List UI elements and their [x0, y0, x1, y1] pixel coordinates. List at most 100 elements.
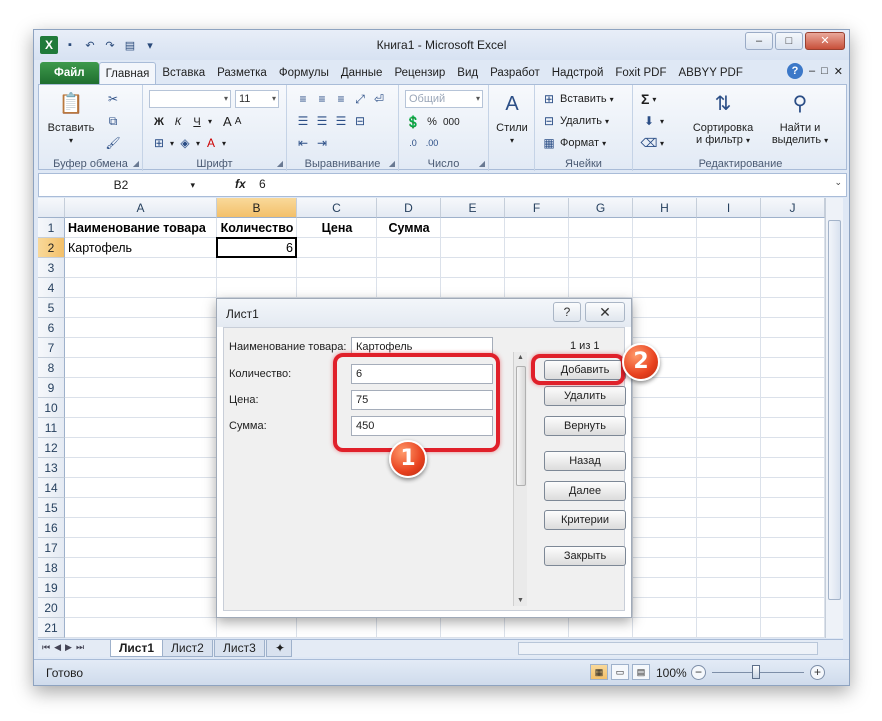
alignment-launcher-icon[interactable]: ◢ [389, 159, 395, 168]
decrease-decimal-icon[interactable]: .00 [424, 135, 440, 151]
zoom-slider-thumb[interactable] [752, 665, 760, 679]
tab-insert[interactable]: Вставка [156, 62, 211, 84]
row-header-5[interactable]: 5 [38, 298, 65, 318]
sheet-tab-1[interactable]: Лист1 [110, 640, 164, 657]
align-left-icon[interactable]: ☰ [295, 113, 311, 129]
font-color-icon[interactable]: A [203, 135, 219, 151]
insert-cells-button[interactable]: ⊞ Вставить ▾ [541, 91, 614, 107]
tab-page-layout[interactable]: Разметка [211, 62, 273, 84]
dialog-close-button[interactable]: ✕ [585, 302, 625, 322]
cell-c1[interactable]: Цена [297, 218, 377, 238]
align-center-icon[interactable]: ☰ [314, 113, 330, 129]
ribbon-minimize-button[interactable]: – [809, 65, 815, 77]
underline-button[interactable]: Ч [189, 116, 205, 128]
row-header-8[interactable]: 8 [38, 358, 65, 378]
currency-icon[interactable]: 💲 [405, 114, 421, 130]
first-sheet-icon[interactable]: ⏮ [42, 642, 50, 653]
sort-filter-button[interactable]: ⇅ Сортировка и фильтр ▾ [685, 89, 761, 147]
row-header-11[interactable]: 11 [38, 418, 65, 438]
number-launcher-icon[interactable]: ◢ [479, 159, 485, 168]
fill-color-icon[interactable]: ◈ [177, 135, 193, 151]
row-header-14[interactable]: 14 [38, 478, 65, 498]
sheet-tab-3[interactable]: Лист3 [214, 640, 265, 657]
vertical-scrollbar[interactable] [825, 198, 843, 638]
row-header-7[interactable]: 7 [38, 338, 65, 358]
row-header-13[interactable]: 13 [38, 458, 65, 478]
align-right-icon[interactable]: ☰ [333, 113, 349, 129]
wrap-text-icon[interactable]: ⏎ [371, 91, 387, 107]
dialog-help-button[interactable]: ? [553, 302, 581, 322]
row-header-3[interactable]: 3 [38, 258, 65, 278]
cut-icon[interactable]: ✂ [105, 91, 121, 107]
name-box[interactable]: B2 ▾ [43, 176, 199, 194]
tab-foxit-pdf[interactable]: Foxit PDF [609, 62, 672, 84]
align-middle-icon[interactable]: ≡ [314, 91, 330, 107]
formula-input[interactable]: 6 [259, 177, 266, 191]
column-header-c[interactable]: C [297, 198, 377, 218]
paste-button[interactable]: 📋 Вставить ▾ [45, 89, 97, 147]
thousands-button[interactable]: 000 [443, 117, 460, 128]
row-header-9[interactable]: 9 [38, 378, 65, 398]
row-header-19[interactable]: 19 [38, 578, 65, 598]
column-header-d[interactable]: D [377, 198, 441, 218]
vertical-scroll-thumb[interactable] [828, 220, 841, 600]
align-top-icon[interactable]: ≡ [295, 91, 311, 107]
row-header-17[interactable]: 17 [38, 538, 65, 558]
column-header-i[interactable]: I [697, 198, 761, 218]
tab-home[interactable]: Главная [98, 62, 157, 84]
maximize-button[interactable]: □ [775, 32, 803, 50]
dialog-record-scrollbar[interactable]: ▲ ▼ [513, 352, 527, 606]
row-header-18[interactable]: 18 [38, 558, 65, 578]
percent-button[interactable]: % [424, 116, 440, 128]
dialog-scroll-thumb[interactable] [516, 366, 526, 486]
page-layout-view-icon[interactable]: ▭ [611, 664, 629, 680]
restore-button[interactable]: Вернуть [544, 416, 626, 436]
shrink-font-button[interactable]: A [235, 116, 242, 127]
tab-abbyy-pdf[interactable]: ABBYY PDF [673, 62, 749, 84]
font-name-combo[interactable]: ▾ [149, 90, 231, 108]
page-break-view-icon[interactable]: ▤ [632, 664, 650, 680]
format-cells-button[interactable]: ▦ Формат ▾ [541, 135, 606, 151]
clear-icon[interactable]: ⌫ [641, 135, 658, 151]
next-sheet-icon[interactable]: ▶ [65, 642, 72, 653]
column-header-h[interactable]: H [633, 198, 697, 218]
find-select-button[interactable]: ⚲ Найти и выделить ▾ [767, 89, 833, 147]
scroll-down-icon[interactable]: ▼ [517, 597, 524, 604]
increase-indent-icon[interactable]: ⇥ [314, 135, 330, 151]
expand-formula-icon[interactable]: ⌄ [834, 177, 842, 188]
row-header-12[interactable]: 12 [38, 438, 65, 458]
row-header-16[interactable]: 16 [38, 518, 65, 538]
row-header-4[interactable]: 4 [38, 278, 65, 298]
tab-data[interactable]: Данные [335, 62, 389, 84]
row-header-10[interactable]: 10 [38, 398, 65, 418]
sheet-tab-2[interactable]: Лист2 [162, 640, 213, 657]
close-button[interactable]: ✕ [805, 32, 845, 50]
next-button[interactable]: Далее [544, 481, 626, 501]
cell-a1[interactable]: Наименование товара [65, 218, 217, 238]
merge-center-icon[interactable]: ⊟ [352, 113, 368, 129]
column-header-g[interactable]: G [569, 198, 633, 218]
tab-view[interactable]: Вид [451, 62, 484, 84]
format-painter-icon[interactable]: 🖌 [105, 135, 121, 151]
row-header-15[interactable]: 15 [38, 498, 65, 518]
cell-b1[interactable]: Количество [217, 218, 297, 238]
autosum-button[interactable]: Σ [641, 91, 649, 107]
column-header-e[interactable]: E [441, 198, 505, 218]
scroll-up-icon[interactable]: ▲ [517, 354, 524, 361]
row-header-21[interactable]: 21 [38, 618, 65, 638]
styles-button[interactable]: A Стили ▾ [491, 89, 533, 147]
zoom-out-button[interactable]: − [691, 665, 706, 680]
align-bottom-icon[interactable]: ≡ [333, 91, 349, 107]
horizontal-scrollbar[interactable] [518, 642, 818, 655]
ribbon-close-button[interactable]: ✕ [834, 65, 843, 78]
close-dialog-button[interactable]: Закрыть [544, 546, 626, 566]
column-header-j[interactable]: J [761, 198, 825, 218]
tab-addins[interactable]: Надстрой [546, 62, 610, 84]
fill-icon[interactable]: ⬇ [641, 113, 657, 129]
number-format-combo[interactable]: Общий ▾ [405, 90, 483, 108]
ribbon-restore-button[interactable]: □ [821, 65, 828, 77]
column-header-f[interactable]: F [505, 198, 569, 218]
row-header-2[interactable]: 2 [38, 238, 65, 258]
italic-button[interactable]: К [170, 116, 186, 128]
increase-decimal-icon[interactable]: .0 [405, 135, 421, 151]
